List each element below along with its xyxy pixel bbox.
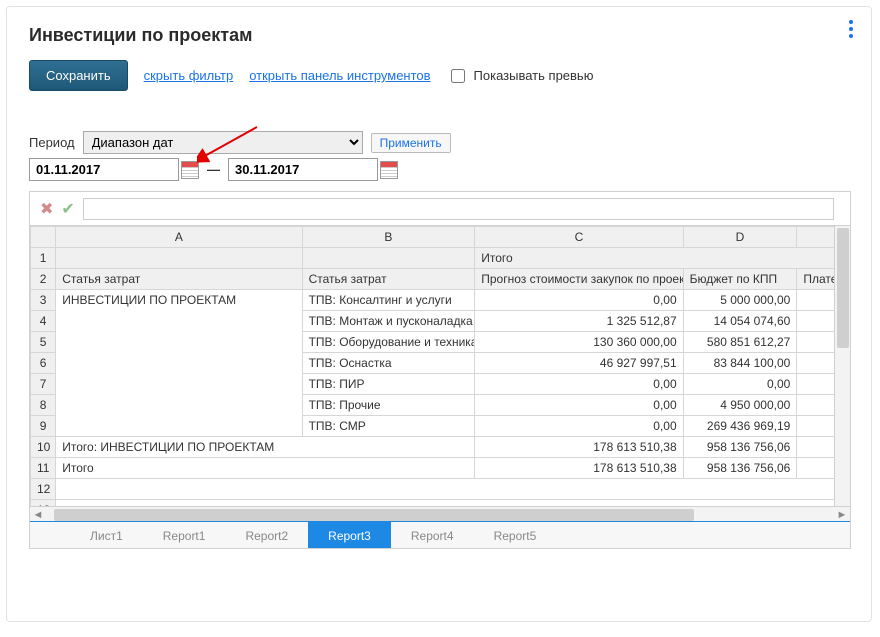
cell[interactable]: ТПВ: Монтаж и пусконаладка (302, 311, 475, 332)
grid[interactable]: A B C D 1 Итого 2 Статья затрат Статья з… (30, 226, 850, 506)
row-header[interactable]: 12 (31, 479, 56, 500)
show-preview-checkbox[interactable]: Показывать превью (447, 66, 594, 86)
cell[interactable]: 269 436 969,19 (683, 416, 797, 437)
col-header-a[interactable]: A (56, 227, 302, 248)
spreadsheet: ✖ ✔ A B C D 1 (29, 191, 851, 549)
scrollbar-thumb[interactable] (837, 228, 849, 348)
cell[interactable]: ТПВ: Оборудование и техника (302, 332, 475, 353)
toolbar: Сохранить скрыть фильтр открыть панель и… (29, 60, 849, 91)
open-tools-link[interactable]: открыть панель инструментов (249, 68, 430, 83)
cell[interactable]: 0,00 (475, 290, 683, 311)
cell[interactable]: 0,00 (683, 374, 797, 395)
cell[interactable]: 0,00 (475, 374, 683, 395)
cell[interactable]: Прогноз стоимости закупок по проекту (475, 269, 683, 290)
cell[interactable]: Итого: ИНВЕСТИЦИИ ПО ПРОЕКТАМ (56, 437, 475, 458)
cell[interactable]: 4 950 000,00 (683, 395, 797, 416)
col-header-b[interactable]: B (302, 227, 475, 248)
cell[interactable]: ТПВ: СМР (302, 416, 475, 437)
formula-input[interactable] (83, 198, 834, 220)
apply-button[interactable]: Применить (371, 133, 451, 153)
formula-bar: ✖ ✔ (30, 192, 850, 226)
sheet-tabs: Лист1Report1Report2Report3Report4Report5 (30, 522, 850, 548)
row-header[interactable]: 3 (31, 290, 56, 311)
menu-kebab-icon[interactable] (841, 17, 861, 41)
row-header[interactable]: 10 (31, 437, 56, 458)
calendar-icon[interactable] (181, 161, 199, 179)
cell[interactable]: ТПВ: Оснастка (302, 353, 475, 374)
col-header-d[interactable]: D (683, 227, 797, 248)
cell[interactable]: 580 851 612,27 (683, 332, 797, 353)
cell[interactable]: 0,00 (475, 416, 683, 437)
sheet-tab[interactable]: Report2 (225, 521, 308, 548)
show-preview-input[interactable] (451, 69, 465, 83)
row-header[interactable]: 8 (31, 395, 56, 416)
cell[interactable]: ТПВ: ПИР (302, 374, 475, 395)
cell[interactable]: 958 136 756,06 (683, 458, 797, 479)
date-to-input[interactable] (228, 158, 378, 181)
cell[interactable]: 178 613 510,38 (475, 437, 683, 458)
date-range-row: — (29, 158, 849, 181)
row-header[interactable]: 9 (31, 416, 56, 437)
col-header-c[interactable]: C (475, 227, 683, 248)
corner-cell[interactable] (31, 227, 56, 248)
period-select[interactable]: Диапазон дат (83, 131, 363, 154)
sheet-tab[interactable]: Report5 (474, 521, 557, 548)
cell[interactable] (56, 248, 302, 269)
cell[interactable]: 1 325 512,87 (475, 311, 683, 332)
report-card: Инвестиции по проектам Сохранить скрыть … (6, 6, 872, 622)
sheet-tab[interactable]: Report4 (391, 521, 474, 548)
period-label: Период (29, 135, 75, 150)
date-separator: — (207, 162, 220, 177)
cell[interactable]: Статья затрат (302, 269, 475, 290)
horizontal-scrollbar[interactable]: ◄ ► (30, 506, 850, 522)
cell[interactable]: ТПВ: Прочие (302, 395, 475, 416)
cell[interactable]: Бюджет по КПП (683, 269, 797, 290)
cell[interactable]: 178 613 510,38 (475, 458, 683, 479)
cell[interactable]: Итого (56, 458, 475, 479)
cell[interactable]: Статья затрат (56, 269, 302, 290)
date-from-input[interactable] (29, 158, 179, 181)
calendar-icon[interactable] (380, 161, 398, 179)
row-header[interactable]: 5 (31, 332, 56, 353)
cell[interactable]: 46 927 997,51 (475, 353, 683, 374)
accept-icon[interactable]: ✔ (61, 199, 74, 219)
row-header[interactable]: 2 (31, 269, 56, 290)
save-button[interactable]: Сохранить (29, 60, 128, 91)
cell[interactable]: ИНВЕСТИЦИИ ПО ПРОЕКТАМ (56, 290, 302, 437)
cell[interactable]: 83 844 100,00 (683, 353, 797, 374)
sheet-tab[interactable]: Report1 (143, 521, 226, 548)
row-header[interactable]: 7 (31, 374, 56, 395)
cell[interactable]: Итого (475, 248, 850, 269)
vertical-scrollbar[interactable] (834, 226, 850, 506)
sheet-tab[interactable]: Report3 (308, 521, 391, 548)
cell[interactable] (56, 479, 850, 500)
cell[interactable] (302, 248, 475, 269)
cell[interactable]: 130 360 000,00 (475, 332, 683, 353)
cell[interactable]: 958 136 756,06 (683, 437, 797, 458)
row-header[interactable]: 4 (31, 311, 56, 332)
cell[interactable]: 0,00 (475, 395, 683, 416)
period-row: Период Диапазон дат Применить (29, 131, 849, 154)
row-header[interactable]: 6 (31, 353, 56, 374)
cell[interactable]: ТПВ: Консалтинг и услуги (302, 290, 475, 311)
show-preview-label: Показывать превью (474, 68, 594, 83)
sheet-tab[interactable]: Лист1 (70, 521, 143, 548)
cell[interactable]: 14 054 074,60 (683, 311, 797, 332)
cancel-icon[interactable]: ✖ (40, 199, 53, 219)
cell[interactable]: 5 000 000,00 (683, 290, 797, 311)
page-title: Инвестиции по проектам (29, 25, 849, 46)
row-header[interactable]: 11 (31, 458, 56, 479)
scrollbar-thumb[interactable] (54, 509, 694, 521)
hide-filter-link[interactable]: скрыть фильтр (144, 68, 234, 83)
row-header[interactable]: 1 (31, 248, 56, 269)
